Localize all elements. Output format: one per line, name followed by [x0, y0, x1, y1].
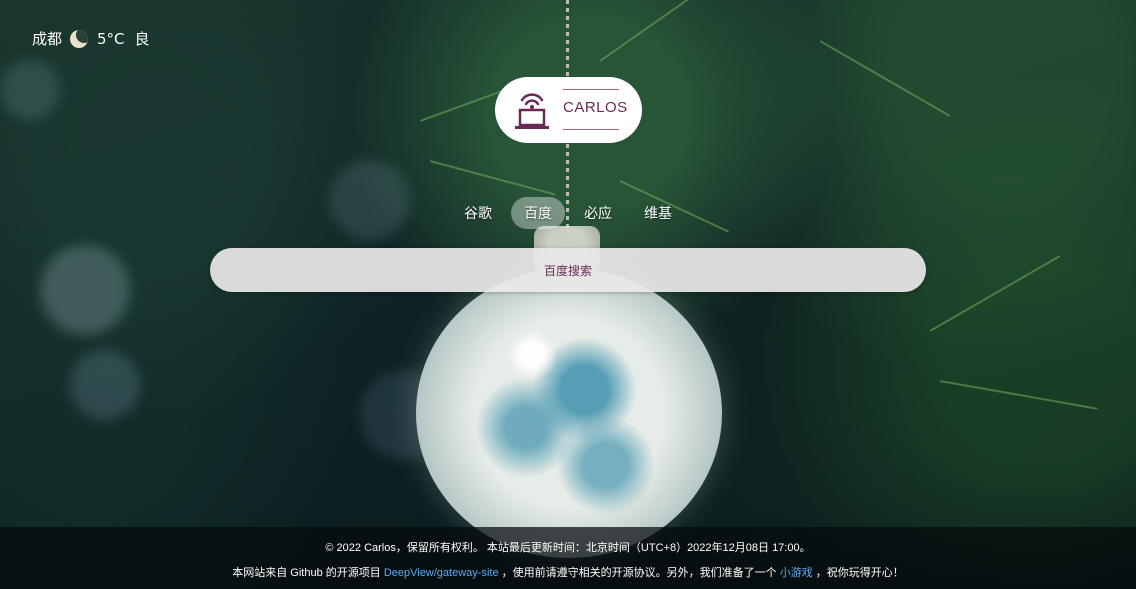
- mini-game-link[interactable]: 小游戏: [780, 567, 813, 579]
- weather-city: 成都: [32, 30, 63, 48]
- bokeh-light: [0, 60, 60, 120]
- logo-rule-top: [563, 89, 619, 90]
- search-input[interactable]: 百度搜索: [210, 248, 926, 292]
- site-logo[interactable]: CARLOS: [495, 77, 642, 143]
- logo-text: CARLOS: [563, 99, 628, 116]
- air-quality: 良: [134, 30, 150, 48]
- copyright-text: © 2022 Carlos，保留所有权利。 本站最后更新时间：北京时间（UTC+…: [325, 542, 811, 554]
- pine-needle: [819, 40, 951, 117]
- laptop-broadcast-icon: [513, 86, 551, 136]
- footer-notice-suffix: ，祝你玩得开心！: [812, 567, 904, 579]
- search-engine-tabs: 谷歌 百度 必应 维基: [0, 197, 1136, 229]
- repo-link[interactable]: DeepView/gateway-site: [384, 567, 499, 579]
- footer-notice: 本网站来自 Github 的开源项目 DeepView/gateway-site…: [0, 564, 1136, 580]
- tab-baidu[interactable]: 百度: [511, 197, 565, 229]
- tab-wikipedia[interactable]: 维基: [631, 197, 685, 229]
- tab-bing[interactable]: 必应: [571, 197, 625, 229]
- search-placeholder: 百度搜索: [543, 263, 592, 278]
- pine-needle: [429, 160, 556, 196]
- moon-icon: [70, 29, 89, 48]
- footer-notice-prefix: 本网站来自 Github 的开源项目: [232, 567, 384, 579]
- pine-needle: [929, 255, 1061, 332]
- bokeh-light: [70, 350, 140, 420]
- pine-needle: [939, 380, 1098, 410]
- bokeh-light: [40, 245, 130, 335]
- footer: © 2022 Carlos，保留所有权利。 本站最后更新时间：北京时间（UTC+…: [0, 527, 1136, 589]
- pine-needle: [599, 0, 716, 62]
- weather-temperature: 5°C: [97, 29, 125, 48]
- christmas-ornament: [416, 268, 722, 558]
- weather-widget[interactable]: 成都 5°C 良: [32, 28, 150, 49]
- tab-google[interactable]: 谷歌: [451, 197, 505, 229]
- logo-rule-bottom: [563, 129, 619, 130]
- footer-notice-middle: ，使用前请遵守相关的开源协议。另外，我们准备了一个: [498, 567, 780, 579]
